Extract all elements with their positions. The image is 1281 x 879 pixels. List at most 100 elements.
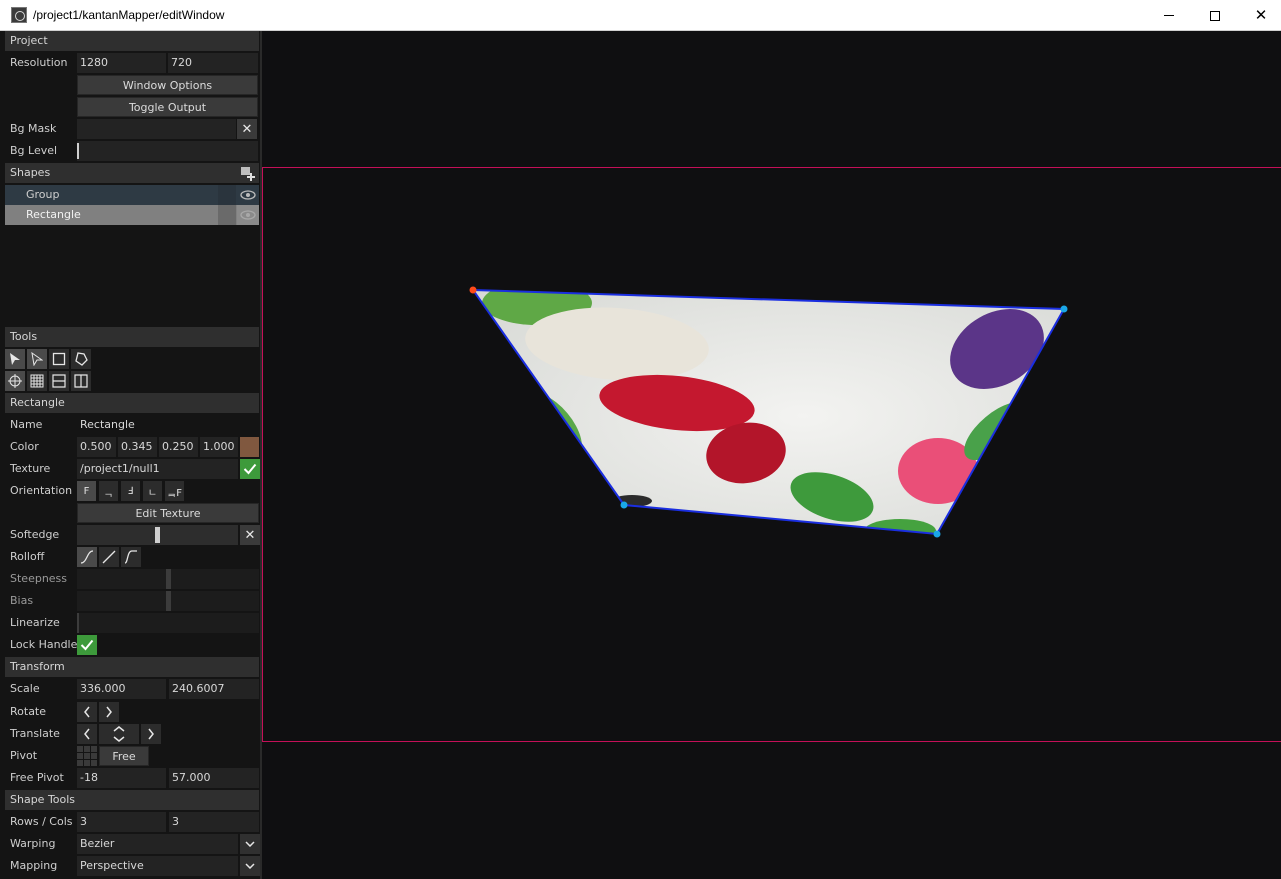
crosshair-tool-icon[interactable]: [5, 371, 25, 391]
bg-mask-field[interactable]: [77, 119, 236, 139]
orientation-label: Orientation: [10, 484, 73, 497]
translate-left-icon[interactable]: [77, 724, 97, 744]
orientation-option-2[interactable]: Ⅎ: [121, 481, 140, 501]
color-r-field[interactable]: 0.500: [77, 437, 116, 457]
maximize-button[interactable]: [1192, 0, 1238, 31]
edit-texture-button[interactable]: Edit Texture: [77, 503, 259, 523]
color-a-field[interactable]: 1.000: [200, 437, 238, 457]
app-icon: [11, 7, 27, 23]
pivot-grid-icon[interactable]: [77, 746, 97, 766]
steepness-slider-handle[interactable]: [166, 569, 171, 589]
name-field[interactable]: Rectangle: [77, 415, 259, 435]
bg-level-slider[interactable]: [77, 141, 258, 161]
free-pivot-label: Free Pivot: [10, 771, 64, 784]
free-pivot-y-field[interactable]: 57.000: [169, 768, 259, 788]
shape-name: Group: [26, 188, 60, 201]
close-icon: ✕: [1254, 6, 1268, 24]
window-title: /project1/kantanMapper/editWindow: [33, 8, 225, 22]
resolution-label: Resolution: [10, 56, 68, 69]
bg-level-label: Bg Level: [10, 144, 58, 157]
maximize-icon: [1210, 10, 1220, 21]
chevron-down-icon[interactable]: [240, 856, 260, 876]
mapped-shape-canvas[interactable]: [262, 31, 1281, 879]
section-project: Project: [5, 31, 259, 51]
translate-up-down-icon[interactable]: [99, 724, 139, 744]
orientation-option-1[interactable]: ᆨ: [99, 481, 118, 501]
close-icon: ✕: [244, 527, 256, 543]
shape-row-rectangle[interactable]: Rectangle: [5, 205, 259, 225]
toggle-output-button[interactable]: Toggle Output: [77, 97, 258, 117]
resolution-height-field[interactable]: 720: [168, 53, 258, 73]
cols-field[interactable]: 3: [169, 812, 259, 832]
corner-handle[interactable]: [933, 530, 941, 538]
name-label: Name: [10, 418, 43, 431]
close-button[interactable]: ✕: [1238, 0, 1281, 31]
softedge-slider[interactable]: [77, 525, 238, 545]
color-g-field[interactable]: 0.345: [118, 437, 157, 457]
resolution-width-field[interactable]: 1280: [77, 53, 166, 73]
bias-slider[interactable]: [77, 591, 259, 611]
eye-icon[interactable]: [237, 185, 259, 205]
corner-handle-active[interactable]: [469, 286, 477, 294]
minimize-icon: [1164, 15, 1174, 16]
bg-level-slider-handle[interactable]: [77, 143, 79, 159]
corner-handle[interactable]: [620, 501, 628, 509]
softedge-reset-button[interactable]: ✕: [240, 525, 260, 545]
mapping-select[interactable]: Perspective: [77, 856, 238, 876]
scale-y-field[interactable]: 240.6007: [169, 679, 259, 699]
bias-label: Bias: [10, 594, 34, 607]
scale-label: Scale: [10, 682, 40, 695]
color-swatch[interactable]: [240, 437, 259, 457]
eye-icon[interactable]: [237, 205, 259, 225]
color-b-field[interactable]: 0.250: [159, 437, 198, 457]
shape-name: Rectangle: [26, 208, 81, 221]
vertical-split-icon[interactable]: [71, 371, 91, 391]
bg-mask-clear-button[interactable]: ✕: [237, 119, 257, 139]
orientation-option-4[interactable]: ᆿF: [165, 481, 184, 501]
pivot-label: Pivot: [10, 749, 38, 762]
corner-handle[interactable]: [1060, 305, 1068, 313]
lock-handle-checkbox[interactable]: [77, 635, 97, 655]
softedge-label: Softedge: [10, 528, 60, 541]
rolloff-linear-icon[interactable]: [99, 547, 119, 567]
grid-tool-icon[interactable]: [27, 371, 47, 391]
lock-handle-label: Lock Handle: [10, 638, 78, 651]
texture-field[interactable]: /project1/null1: [77, 459, 238, 479]
warping-label: Warping: [10, 837, 56, 850]
rolloff-label: Rolloff: [10, 550, 45, 563]
steepness-slider[interactable]: [77, 569, 259, 589]
window-options-button[interactable]: Window Options: [77, 75, 258, 95]
section-shapes: Shapes: [5, 163, 259, 183]
softedge-slider-handle[interactable]: [155, 527, 160, 543]
add-shape-icon[interactable]: [240, 165, 256, 181]
rolloff-smooth-icon[interactable]: [77, 547, 97, 567]
rectangle-tool-icon[interactable]: [49, 349, 69, 369]
linearize-slider[interactable]: [77, 613, 259, 633]
pivot-free-button[interactable]: Free: [99, 746, 149, 766]
select-arrow-icon[interactable]: [5, 349, 25, 369]
texture-label: Texture: [10, 462, 51, 475]
rows-field[interactable]: 3: [77, 812, 166, 832]
linearize-label: Linearize: [10, 616, 60, 629]
warping-select[interactable]: Bezier: [77, 834, 238, 854]
rotate-left-icon[interactable]: [77, 702, 97, 722]
polygon-tool-icon[interactable]: [71, 349, 91, 369]
shape-row-group[interactable]: Group: [5, 185, 259, 205]
rolloff-ease-icon[interactable]: [121, 547, 141, 567]
rotate-right-icon[interactable]: [99, 702, 119, 722]
canvas-viewport[interactable]: [262, 31, 1281, 879]
minimize-button[interactable]: [1146, 0, 1192, 31]
free-pivot-x-field[interactable]: -18: [77, 768, 166, 788]
title-bar: /project1/kantanMapper/editWindow ✕: [0, 0, 1281, 31]
bias-slider-handle[interactable]: [166, 591, 171, 611]
section-tools: Tools: [5, 327, 259, 347]
select-vertex-icon[interactable]: [27, 349, 47, 369]
scale-x-field[interactable]: 336.000: [77, 679, 166, 699]
rows-cols-label: Rows / Cols: [10, 815, 73, 828]
orientation-option-3[interactable]: ㄴ: [143, 481, 162, 501]
linearize-slider-handle[interactable]: [77, 613, 79, 633]
chevron-down-icon[interactable]: [240, 834, 260, 854]
translate-right-icon[interactable]: [141, 724, 161, 744]
horizontal-split-icon[interactable]: [49, 371, 69, 391]
orientation-option-0[interactable]: F: [77, 481, 96, 501]
